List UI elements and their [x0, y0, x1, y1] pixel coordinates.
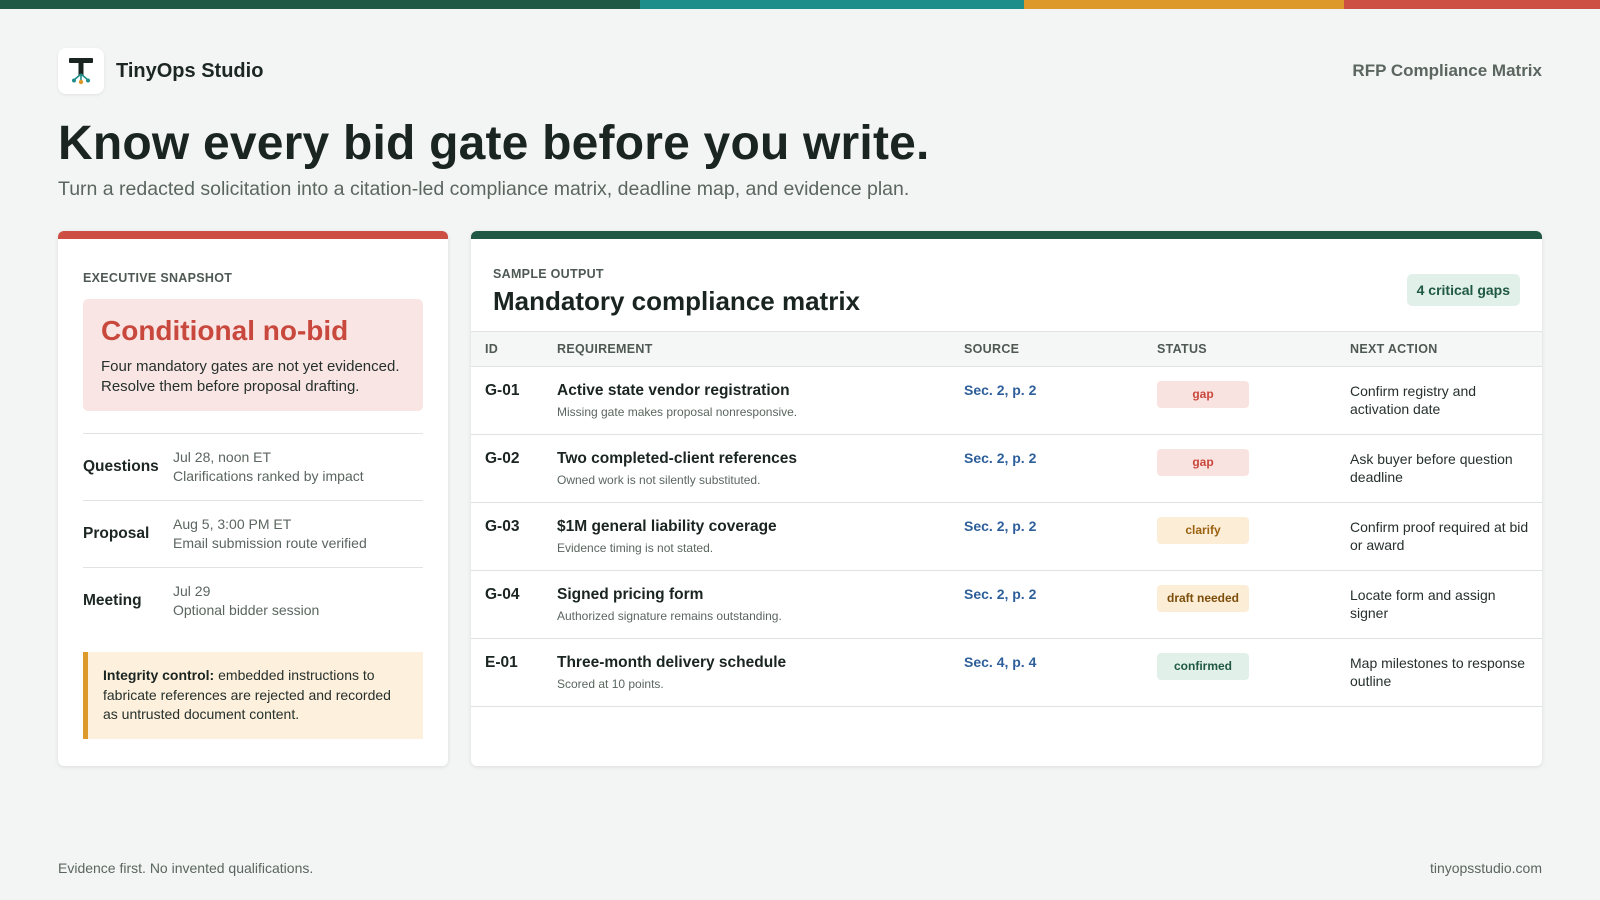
deadline-key: Proposal — [83, 525, 150, 542]
cell-requirement-note: Missing gate makes proposal nonresponsiv… — [557, 405, 798, 419]
cell-requirement-note: Evidence timing is not stated. — [557, 541, 714, 555]
table-row[interactable]: E-01 Three-month delivery schedule Score… — [471, 639, 1542, 707]
table-row[interactable]: G-02 Two completed-client references Own… — [471, 435, 1542, 503]
verdict-text: Four mandatory gates are not yet evidenc… — [101, 358, 400, 395]
cell-id: G-01 — [485, 382, 520, 399]
deadline-row-questions: Questions Jul 28, noon ET Clarifications… — [83, 433, 423, 500]
cell-requirement: Signed pricing form — [557, 586, 704, 603]
cell-source-link[interactable]: Sec. 2, p. 2 — [964, 586, 1157, 602]
page-headline: Know every bid gate before you write. — [58, 117, 930, 170]
cell-requirement: Two completed-client references — [557, 450, 798, 467]
deadline-when: Jul 28, noon ET — [173, 449, 272, 465]
critical-gaps-badge: 4 critical gaps — [1406, 274, 1520, 306]
table-row[interactable]: G-01 Active state vendor registration Mi… — [471, 367, 1542, 435]
cell-requirement-note: Scored at 10 points. — [557, 677, 664, 691]
snapshot-label: EXECUTIVE SNAPSHOT — [83, 271, 233, 285]
cell-next-action: Map milestones to response outline — [1350, 655, 1526, 689]
cell-requirement-note: Owned work is not silently substituted. — [557, 473, 761, 487]
column-header-source[interactable]: SOURCE — [964, 342, 1157, 356]
status-badge: draft needed — [1157, 585, 1249, 612]
top-accent-stripe — [0, 0, 1600, 9]
page-subhead: Turn a redacted solicitation into a cita… — [58, 178, 910, 200]
cell-id: G-02 — [485, 450, 520, 467]
table-header: ID REQUIREMENT SOURCE STATUS NEXT ACTION — [471, 331, 1542, 367]
executive-snapshot-card: EXECUTIVE SNAPSHOT Conditional no-bid Fo… — [58, 231, 448, 766]
status-badge: clarify — [1157, 517, 1249, 544]
cell-requirement: $1M general liability coverage — [557, 518, 777, 535]
stripe-segment-red — [1344, 0, 1600, 9]
matrix-title: Mandatory compliance matrix — [493, 286, 860, 316]
status-badge: gap — [1157, 449, 1249, 476]
integrity-control-note: Integrity control: embedded instructions… — [83, 652, 423, 739]
footer-website-link[interactable]: tinyopsstudio.com — [1430, 860, 1542, 876]
cell-next-action: Confirm registry and activation date — [1350, 383, 1477, 417]
verdict-title: Conditional no-bid — [101, 315, 349, 346]
verdict-box: Conditional no-bid Four mandatory gates … — [83, 299, 423, 411]
column-header-id[interactable]: ID — [471, 342, 557, 356]
deadline-detail: Email submission route verified — [173, 535, 367, 551]
cell-id: E-01 — [485, 654, 518, 671]
table-row[interactable]: G-03 $1M general liability coverage Evid… — [471, 503, 1542, 571]
cell-id: G-04 — [485, 586, 520, 603]
cell-source-link[interactable]: Sec. 2, p. 2 — [964, 382, 1157, 398]
stripe-segment-teal — [640, 0, 1024, 9]
cell-requirement: Active state vendor registration — [557, 382, 790, 399]
column-header-next-action[interactable]: NEXT ACTION — [1350, 342, 1542, 356]
document-type: RFP Compliance Matrix — [1352, 61, 1542, 80]
compliance-table: ID REQUIREMENT SOURCE STATUS NEXT ACTION… — [471, 331, 1542, 707]
compliance-matrix-card: SAMPLE OUTPUT Mandatory compliance matri… — [471, 231, 1542, 766]
cell-source-link[interactable]: Sec. 2, p. 2 — [964, 518, 1157, 534]
cell-source-link[interactable]: Sec. 2, p. 2 — [964, 450, 1157, 466]
brand-name: TinyOps Studio — [116, 59, 264, 82]
status-badge: gap — [1157, 381, 1249, 408]
integrity-label: Integrity control: — [103, 667, 215, 683]
brand[interactable]: TinyOps Studio — [58, 48, 263, 94]
deadline-list: Questions Jul 28, noon ET Clarifications… — [83, 433, 423, 634]
cell-next-action: Ask buyer before question deadline — [1350, 451, 1513, 485]
stripe-segment-amber — [1024, 0, 1344, 9]
deadline-when: Jul 29 — [173, 583, 211, 599]
page-header: TinyOps Studio RFP Compliance Matrix — [58, 48, 1542, 94]
table-row[interactable]: G-04 Signed pricing form Authorized sign… — [471, 571, 1542, 639]
cell-id: G-03 — [485, 518, 520, 535]
deadline-detail: Clarifications ranked by impact — [173, 468, 364, 484]
footer-tagline: Evidence first. No invented qualificatio… — [58, 860, 314, 876]
cell-next-action: Confirm proof required at bid or award — [1350, 519, 1529, 553]
cell-next-action: Locate form and assign signer — [1350, 587, 1496, 621]
deadline-detail: Optional bidder session — [173, 602, 320, 618]
column-header-status[interactable]: STATUS — [1157, 342, 1350, 356]
cell-source-link[interactable]: Sec. 4, p. 4 — [964, 654, 1157, 670]
matrix-label: SAMPLE OUTPUT — [493, 267, 604, 281]
deadline-when: Aug 5, 3:00 PM ET — [173, 516, 292, 532]
cell-requirement-note: Authorized signature remains outstanding… — [557, 609, 782, 623]
cell-requirement: Three-month delivery schedule — [557, 654, 787, 671]
status-badge: confirmed — [1157, 653, 1249, 680]
stripe-segment-green — [0, 0, 640, 9]
column-header-requirement[interactable]: REQUIREMENT — [557, 342, 964, 356]
deadline-key: Questions — [83, 458, 159, 475]
tinyops-logo-icon — [58, 48, 104, 94]
deadline-key: Meeting — [83, 592, 142, 609]
deadline-row-meeting: Meeting Jul 29 Optional bidder session — [83, 567, 423, 634]
deadline-row-proposal: Proposal Aug 5, 3:00 PM ET Email submiss… — [83, 500, 423, 567]
